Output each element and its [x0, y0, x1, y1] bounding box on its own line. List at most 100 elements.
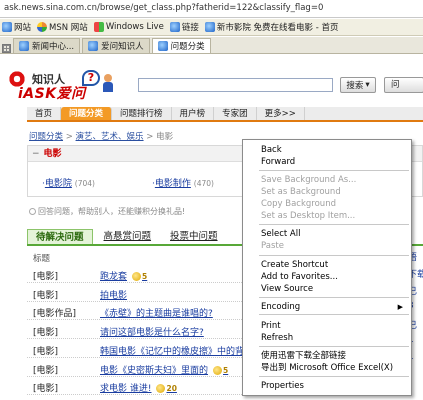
menu-separator	[259, 376, 409, 377]
subcategory-name: 电影院	[44, 179, 72, 189]
category-title: 电影	[43, 149, 62, 159]
question-title[interactable]: 韩国电影《记忆中的橡皮擦》中的背	[100, 344, 242, 357]
link-label: 新市影院 免费在线看电影 - 首页	[216, 23, 339, 33]
subcategory-cinema[interactable]: ·电影院 (704)	[42, 176, 95, 189]
breadcrumb-current: 电影	[156, 132, 174, 142]
address-bar[interactable]: ask.news.sina.com.cn/browse/get_class.ph…	[0, 0, 423, 18]
menu-item-view-source[interactable]: View Source	[261, 283, 405, 295]
logo-title: iASK爱问	[18, 86, 86, 102]
ie-icon	[157, 41, 168, 51]
quick-tabs-icon[interactable]	[2, 44, 11, 53]
breadcrumb-link[interactable]: 演艺、艺术、娱乐	[76, 132, 144, 142]
tip-line: 回答问题，帮助别人，还能赚积分换礼品!	[29, 206, 185, 217]
menu-item-label: Print	[261, 321, 281, 331]
question-title[interactable]: 《赤壁》的主题曲是谁唱的?	[100, 306, 213, 319]
menu-item-label: Back	[261, 145, 282, 155]
ie-icon	[88, 41, 99, 51]
chevron-down-icon: ▾	[365, 80, 370, 90]
menu-item-label: Set as Background	[261, 187, 341, 197]
reward-value: 5	[223, 365, 229, 375]
question-title-text: 电影《史密斯夫妇》里面的	[100, 365, 209, 376]
menu-item-forward[interactable]: Forward	[261, 156, 405, 168]
menu-separator	[259, 170, 409, 171]
tab-question-category[interactable]: 问题分类	[151, 38, 211, 53]
breadcrumb-separator: >	[143, 132, 157, 142]
menu-item-refresh[interactable]: Refresh	[261, 332, 405, 344]
subcategory-count: (704)	[74, 179, 95, 188]
menu-item-set-as-desktop-item: Set as Desktop Item...	[261, 210, 405, 222]
subcategory-film-production[interactable]: ·电影制作 (470)	[152, 176, 214, 189]
question-title[interactable]: 请问这部电影是什么名字?	[100, 325, 204, 338]
search-button[interactable]: 搜索 ▾	[340, 77, 376, 93]
question-title[interactable]: 电影《史密斯夫妇》里面的 5	[100, 363, 228, 376]
ie-icon	[169, 22, 180, 32]
ask-button[interactable]: 问	[384, 77, 423, 93]
menu-item-select-all[interactable]: Select All	[261, 228, 405, 240]
nav-home[interactable]: 首页	[27, 107, 62, 120]
menu-separator	[259, 224, 409, 225]
menu-item-label: Create Shortcut	[261, 260, 329, 270]
question-category[interactable]: [电影作品]	[33, 306, 76, 319]
nav-more[interactable]: 更多>>	[257, 107, 305, 120]
nav-ranking[interactable]: 问题排行榜	[112, 107, 172, 120]
link-windows-live[interactable]: Windows Live	[93, 22, 164, 32]
question-title[interactable]: 跑龙套 5	[100, 269, 147, 282]
question-category[interactable]: [电影]	[33, 344, 58, 357]
breadcrumb: 问题分类 > 演艺、艺术、娱乐 > 电影	[29, 130, 173, 142]
breadcrumb-separator: >	[63, 132, 76, 142]
tab-high-reward-questions[interactable]: 高悬赏问题	[96, 229, 160, 244]
link-sites[interactable]: 网站	[2, 21, 31, 33]
question-title[interactable]: 拍电影	[100, 288, 127, 301]
nav-question-category[interactable]: 问题分类	[61, 107, 113, 120]
tab-voting-questions[interactable]: 投票中问题	[162, 229, 226, 244]
link-links[interactable]: 链接	[169, 21, 199, 33]
search-input[interactable]	[138, 78, 333, 92]
tab-pending-questions[interactable]: 待解决问题	[27, 229, 93, 244]
menu-separator	[259, 346, 409, 347]
link-movie-site[interactable]: 新市影院 免费在线看电影 - 首页	[204, 21, 339, 33]
menu-item-create-shortcut[interactable]: Create Shortcut	[261, 259, 405, 271]
tab-news-center[interactable]: 新闻中心...	[13, 38, 81, 53]
menu-item-properties[interactable]: Properties	[261, 380, 405, 392]
table-row: [电影作品] 《赤壁》的主题曲是谁唱的?	[27, 303, 242, 321]
menu-item-label: Add to Favorites...	[261, 272, 338, 282]
menu-item-print[interactable]: Print	[261, 320, 405, 332]
nav-expert-team[interactable]: 专家团	[214, 107, 257, 120]
question-category[interactable]: [电影]	[33, 288, 58, 301]
menu-separator	[259, 297, 409, 298]
table-row: [电影] 请问这部电影是什么名字?	[27, 322, 242, 340]
collapse-icon[interactable]: −	[32, 149, 40, 159]
link-msn[interactable]: MSN 网站	[37, 21, 88, 33]
question-category[interactable]: [电影]	[33, 325, 58, 338]
question-category[interactable]: [电影]	[33, 269, 58, 282]
question-category[interactable]: [电影]	[33, 363, 58, 376]
question-category[interactable]: [电影]	[33, 381, 58, 394]
menu-item-back[interactable]: Back	[261, 144, 405, 156]
menu-item-label: 导出到 Microsoft Office Excel(X)	[261, 363, 394, 373]
question-title-text: 韩国电影《记忆中的橡皮擦》中的背	[100, 346, 242, 357]
menu-item-label: Copy Background	[261, 199, 336, 209]
menu-item-export-to-excel[interactable]: 导出到 Microsoft Office Excel(X)	[261, 362, 405, 374]
reward-value: 5	[142, 272, 148, 281]
tip-text[interactable]: 回答问题，帮助别人，还能赚积分换礼品!	[38, 207, 185, 216]
site-logo[interactable]: 知识人 iASK爱问 ?	[8, 70, 113, 102]
msn-icon	[37, 22, 48, 32]
menu-item-add-to-favorites[interactable]: Add to Favorites...	[261, 271, 405, 283]
menu-separator	[259, 314, 409, 315]
search-button-label: 搜索	[346, 81, 364, 91]
breadcrumb-link[interactable]: 问题分类	[29, 132, 63, 142]
tab-label: 爱问知识人	[101, 42, 144, 52]
question-title[interactable]: 求电影 谁进! 20	[100, 381, 177, 394]
subcategory-count: (470)	[193, 179, 214, 188]
ie-icon	[204, 22, 215, 32]
menu-item-thunder-download-all[interactable]: 使用迅雷下载全部链接	[261, 350, 405, 362]
menu-item-save-background-as: Save Background As...	[261, 174, 405, 186]
menu-item-label: Set as Desktop Item...	[261, 211, 356, 221]
nav-user-ranking[interactable]: 用户榜	[172, 107, 215, 120]
menu-item-label: Encoding	[261, 302, 301, 312]
menu-item-encoding[interactable]: Encoding ▶	[261, 301, 405, 313]
tab-iask[interactable]: 爱问知识人	[82, 38, 150, 53]
menu-item-copy-background: Copy Background	[261, 198, 405, 210]
question-bubble-icon: ?	[82, 70, 100, 86]
submenu-arrow-icon: ▶	[397, 303, 403, 311]
